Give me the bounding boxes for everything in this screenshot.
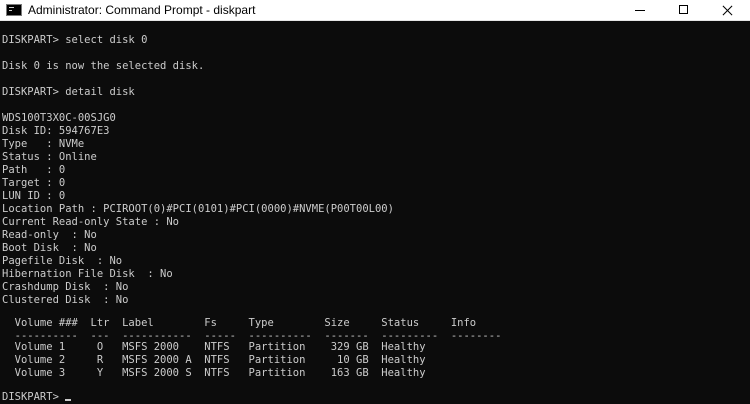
title-bar[interactable]: Administrator: Command Prompt - diskpart (0, 0, 750, 21)
volume-table-row: Volume 2 R MSFS 2000 A NTFS Partition 10… (2, 354, 426, 366)
console-line: Location Path : PCIROOT(0)#PCI(0101)#PCI… (2, 203, 394, 215)
console-line: Disk ID: 594767E3 (2, 125, 110, 137)
console-line: WDS100T3X0C-00SJG0 (2, 112, 116, 124)
maximize-button[interactable] (662, 0, 706, 21)
close-button[interactable] (706, 0, 750, 21)
window-title: Administrator: Command Prompt - diskpart (28, 3, 256, 17)
console-line: Disk 0 is now the selected disk. (2, 60, 205, 72)
console-line: Boot Disk : No (2, 242, 97, 254)
command-prompt-window: Administrator: Command Prompt - diskpart… (0, 0, 750, 404)
console-line: Current Read-only State : No (2, 216, 180, 228)
console-line: Pagefile Disk : No (2, 255, 123, 267)
close-icon (722, 5, 733, 16)
cmd-icon[interactable] (6, 4, 22, 16)
console-line: Type : NVMe (2, 138, 85, 150)
console-line: Path : 0 (2, 164, 66, 176)
maximize-icon (679, 5, 688, 14)
console-line: DISKPART> detail disk (2, 86, 135, 98)
console-line: LUN ID : 0 (2, 190, 66, 202)
volume-table-row: Volume 1 O MSFS 2000 NTFS Partition 329 … (2, 341, 426, 353)
console-line: Crashdump Disk : No (2, 281, 129, 293)
console-line: Clustered Disk : No (2, 294, 129, 306)
minimize-icon (635, 10, 645, 11)
console-line: Status : Online (2, 151, 97, 163)
window-controls (618, 0, 750, 21)
console-output[interactable]: DISKPART> select disk 0 Disk 0 is now th… (0, 21, 750, 404)
console-line: Hibernation File Disk : No (2, 268, 173, 280)
console-line: Read-only : No (2, 229, 97, 241)
volume-table-row: Volume 3 Y MSFS 2000 S NTFS Partition 16… (2, 367, 426, 379)
console-line: Target : 0 (2, 177, 66, 189)
console-line: DISKPART> select disk 0 (2, 34, 148, 46)
command-prompt-line[interactable]: DISKPART> (2, 391, 71, 404)
volume-table-header: Volume ### Ltr Label Fs Type Size Status… (2, 317, 477, 329)
minimize-button[interactable] (618, 0, 662, 21)
